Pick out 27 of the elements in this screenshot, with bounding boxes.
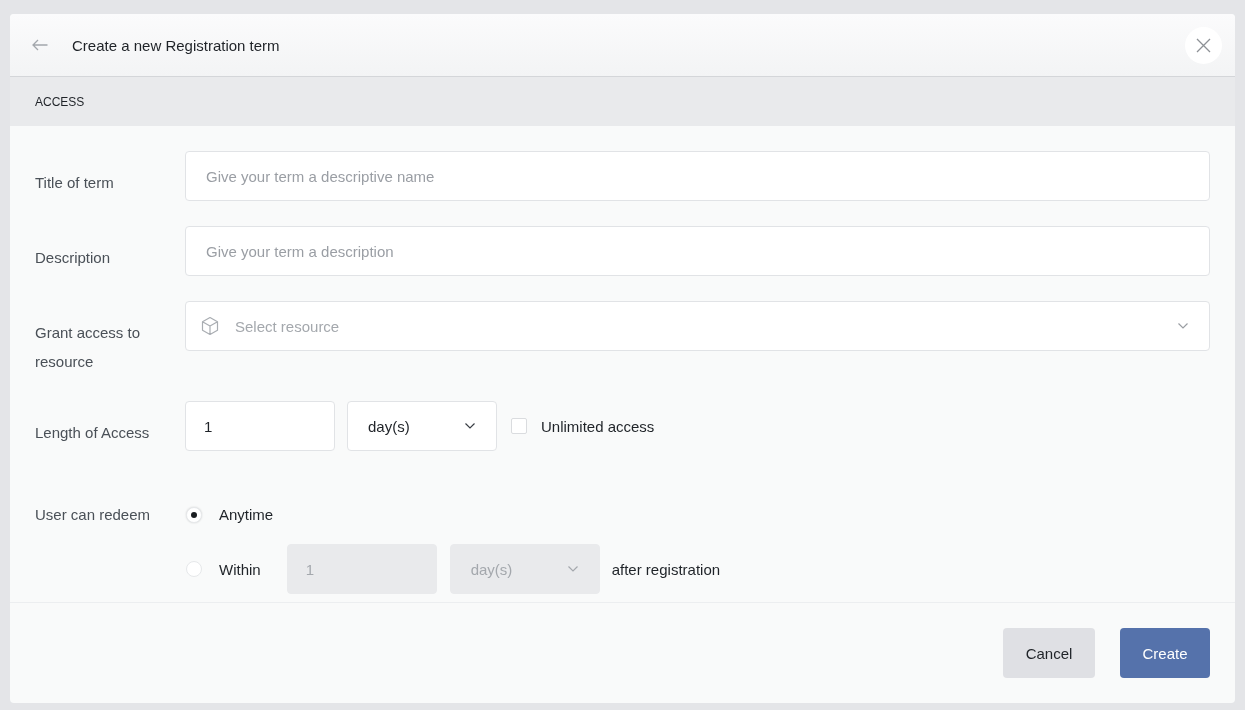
resource-select[interactable]: Select resource (185, 301, 1210, 351)
arrow-left-icon (32, 39, 48, 51)
field-label: Grant access to resource (35, 323, 142, 372)
create-button[interactable]: Create (1120, 628, 1210, 678)
field-label: Description (35, 248, 112, 268)
unit-select[interactable]: day(s) (347, 401, 497, 451)
field-label: Title of term (35, 173, 115, 193)
radio-button[interactable] (186, 506, 202, 523)
suffix-label: after registration (611, 560, 721, 578)
cube-icon (200, 316, 220, 336)
cancel-button[interactable]: Cancel (1003, 628, 1095, 678)
text-field[interactable]: Give your term a description (185, 226, 1210, 276)
option-label: Within (219, 560, 261, 578)
close-icon (1196, 37, 1211, 53)
number-field[interactable]: 1 (185, 401, 335, 451)
field-label: Length of Access (35, 423, 151, 443)
field-label: User can redeem (35, 505, 152, 525)
chevron-down-icon (567, 566, 578, 572)
text-field[interactable]: Give your term a descriptive name (185, 151, 1210, 201)
close-button[interactable] (1185, 26, 1222, 64)
dialog-title: Create a new Registration term (72, 36, 280, 54)
section-title: ACCESS (35, 94, 85, 109)
option-label: Anytime (219, 506, 274, 523)
chevron-down-icon (1178, 323, 1188, 329)
chevron-down-icon (465, 423, 475, 429)
checkbox-label: Unlimited access (541, 417, 655, 435)
checkbox[interactable] (511, 418, 527, 434)
